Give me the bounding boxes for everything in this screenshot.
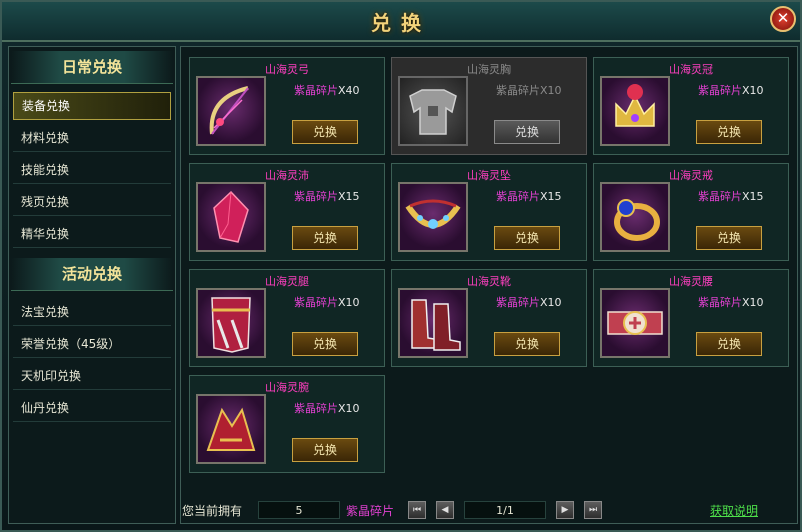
item-card: 山海灵沛 紫晶碎片X15 兑换 [189, 163, 385, 261]
leg-armor-icon[interactable] [196, 288, 266, 358]
quantity-label: X10 [742, 296, 764, 309]
sidebar-section-daily: 日常兑换 [11, 51, 173, 84]
quantity-label: X10 [338, 296, 360, 309]
sidebar-item-honor[interactable]: 荣誉兑换（45级） [13, 331, 171, 358]
currency-label: 紫晶碎片 [294, 84, 338, 97]
currency-label: 紫晶碎片 [496, 190, 540, 203]
quantity-label: X10 [742, 84, 764, 97]
item-card: 山海灵腕 紫晶碎片X10 兑换 [189, 375, 385, 473]
exchange-button[interactable]: 兑换 [494, 332, 560, 356]
currency-label: 紫晶碎片 [294, 296, 338, 309]
exchange-window: 兑换 ✕ 日常兑换 装备兑换 材料兑换 技能兑换 残页兑换 精华兑换 活动兑换 … [0, 0, 802, 532]
item-name: 山海灵腕 [265, 381, 309, 394]
currency-label: 紫晶碎片 [496, 296, 540, 309]
close-button[interactable]: ✕ [770, 6, 796, 32]
belt-icon[interactable] [600, 288, 670, 358]
item-name: 山海灵弓 [265, 63, 309, 76]
sidebar-item-materials[interactable]: 材料兑换 [13, 125, 171, 152]
sidebar-item-skills[interactable]: 技能兑换 [13, 157, 171, 184]
sidebar-item-elixir[interactable]: 仙丹兑换 [13, 395, 171, 422]
first-page-button[interactable]: ⏮ [408, 501, 426, 519]
sidebar-item-treasure[interactable]: 法宝兑换 [13, 299, 171, 326]
item-card: 山海灵戒 紫晶碎片X15 兑换 [593, 163, 789, 261]
exchange-button[interactable]: 兑换 [494, 226, 560, 250]
currency-label: 紫晶碎片 [698, 296, 742, 309]
own-value: 5 [258, 501, 340, 519]
footer-bar: 您当前拥有 5 紫晶碎片 ⏮ ◀ 1/1 ▶ ⏭ 获取说明 [180, 498, 796, 524]
currency-label: 紫晶碎片 [698, 84, 742, 97]
quantity-label: X15 [338, 190, 360, 203]
own-label: 您当前拥有 [182, 504, 243, 518]
page-indicator: 1/1 [464, 501, 546, 519]
currency-label: 紫晶碎片 [698, 190, 742, 203]
last-page-button[interactable]: ⏭ [584, 501, 602, 519]
exchange-button[interactable]: 兑换 [292, 438, 358, 462]
sidebar-item-equipment[interactable]: 装备兑换 [13, 92, 171, 120]
quantity-label: X15 [742, 190, 764, 203]
item-name: 山海灵冠 [669, 63, 713, 76]
item-name: 山海灵胸 [467, 63, 511, 76]
window-title: 兑换 [371, 11, 431, 35]
bracer-icon[interactable] [196, 394, 266, 464]
exchange-button[interactable]: 兑换 [292, 226, 358, 250]
exchange-button[interactable]: 兑换 [292, 332, 358, 356]
chest-armor-icon[interactable] [398, 76, 468, 146]
item-name: 山海灵沛 [265, 169, 309, 182]
item-name: 山海灵腰 [669, 275, 713, 288]
exchange-button[interactable]: 兑换 [696, 120, 762, 144]
help-link[interactable]: 获取说明 [710, 502, 758, 519]
item-card: 山海灵腰 紫晶碎片X10 兑换 [593, 269, 789, 367]
quantity-label: X10 [338, 402, 360, 415]
item-grid: 山海灵弓 紫晶碎片X40 兑换 山海灵胸 紫晶碎片X10 兑换 山海灵冠 紫晶碎… [180, 46, 798, 524]
sidebar-item-tianji-seal[interactable]: 天机印兑换 [13, 363, 171, 390]
item-name: 山海灵靴 [467, 275, 511, 288]
crown-icon[interactable] [600, 76, 670, 146]
prev-page-button[interactable]: ◀ [436, 501, 454, 519]
exchange-button[interactable]: 兑换 [696, 332, 762, 356]
item-card: 山海灵弓 紫晶碎片X40 兑换 [189, 57, 385, 155]
item-name: 山海灵腿 [265, 275, 309, 288]
quantity-label: X10 [540, 296, 562, 309]
quantity-label: X15 [540, 190, 562, 203]
own-currency: 紫晶碎片 [346, 504, 395, 518]
next-page-button[interactable]: ▶ [556, 501, 574, 519]
item-card: 山海灵冠 紫晶碎片X10 兑换 [593, 57, 789, 155]
exchange-button[interactable]: 兑换 [696, 226, 762, 250]
currency-label: 紫晶碎片 [294, 190, 338, 203]
boots-icon[interactable] [398, 288, 468, 358]
currency-label: 紫晶碎片 [294, 402, 338, 415]
sidebar-item-essence[interactable]: 精华兑换 [13, 221, 171, 248]
item-card: 山海灵坠 紫晶碎片X15 兑换 [391, 163, 587, 261]
category-sidebar: 日常兑换 装备兑换 材料兑换 技能兑换 残页兑换 精华兑换 活动兑换 法宝兑换 … [8, 46, 176, 524]
ring-icon[interactable] [600, 182, 670, 252]
quantity-label: X10 [540, 84, 562, 97]
sidebar-item-fragments[interactable]: 残页兑换 [13, 189, 171, 216]
quantity-label: X40 [338, 84, 360, 97]
bow-icon[interactable] [196, 76, 266, 146]
crystal-icon[interactable] [196, 182, 266, 252]
exchange-button[interactable]: 兑换 [292, 120, 358, 144]
item-card: 山海灵胸 紫晶碎片X10 兑换 [391, 57, 587, 155]
item-name: 山海灵戒 [669, 169, 713, 182]
item-name: 山海灵坠 [467, 169, 511, 182]
item-card: 山海灵靴 紫晶碎片X10 兑换 [391, 269, 587, 367]
sidebar-section-event: 活动兑换 [11, 258, 173, 291]
title-bar: 兑换 ✕ [2, 2, 800, 42]
necklace-icon[interactable] [398, 182, 468, 252]
exchange-button[interactable]: 兑换 [494, 120, 560, 144]
item-card: 山海灵腿 紫晶碎片X10 兑换 [189, 269, 385, 367]
currency-label: 紫晶碎片 [496, 84, 540, 97]
